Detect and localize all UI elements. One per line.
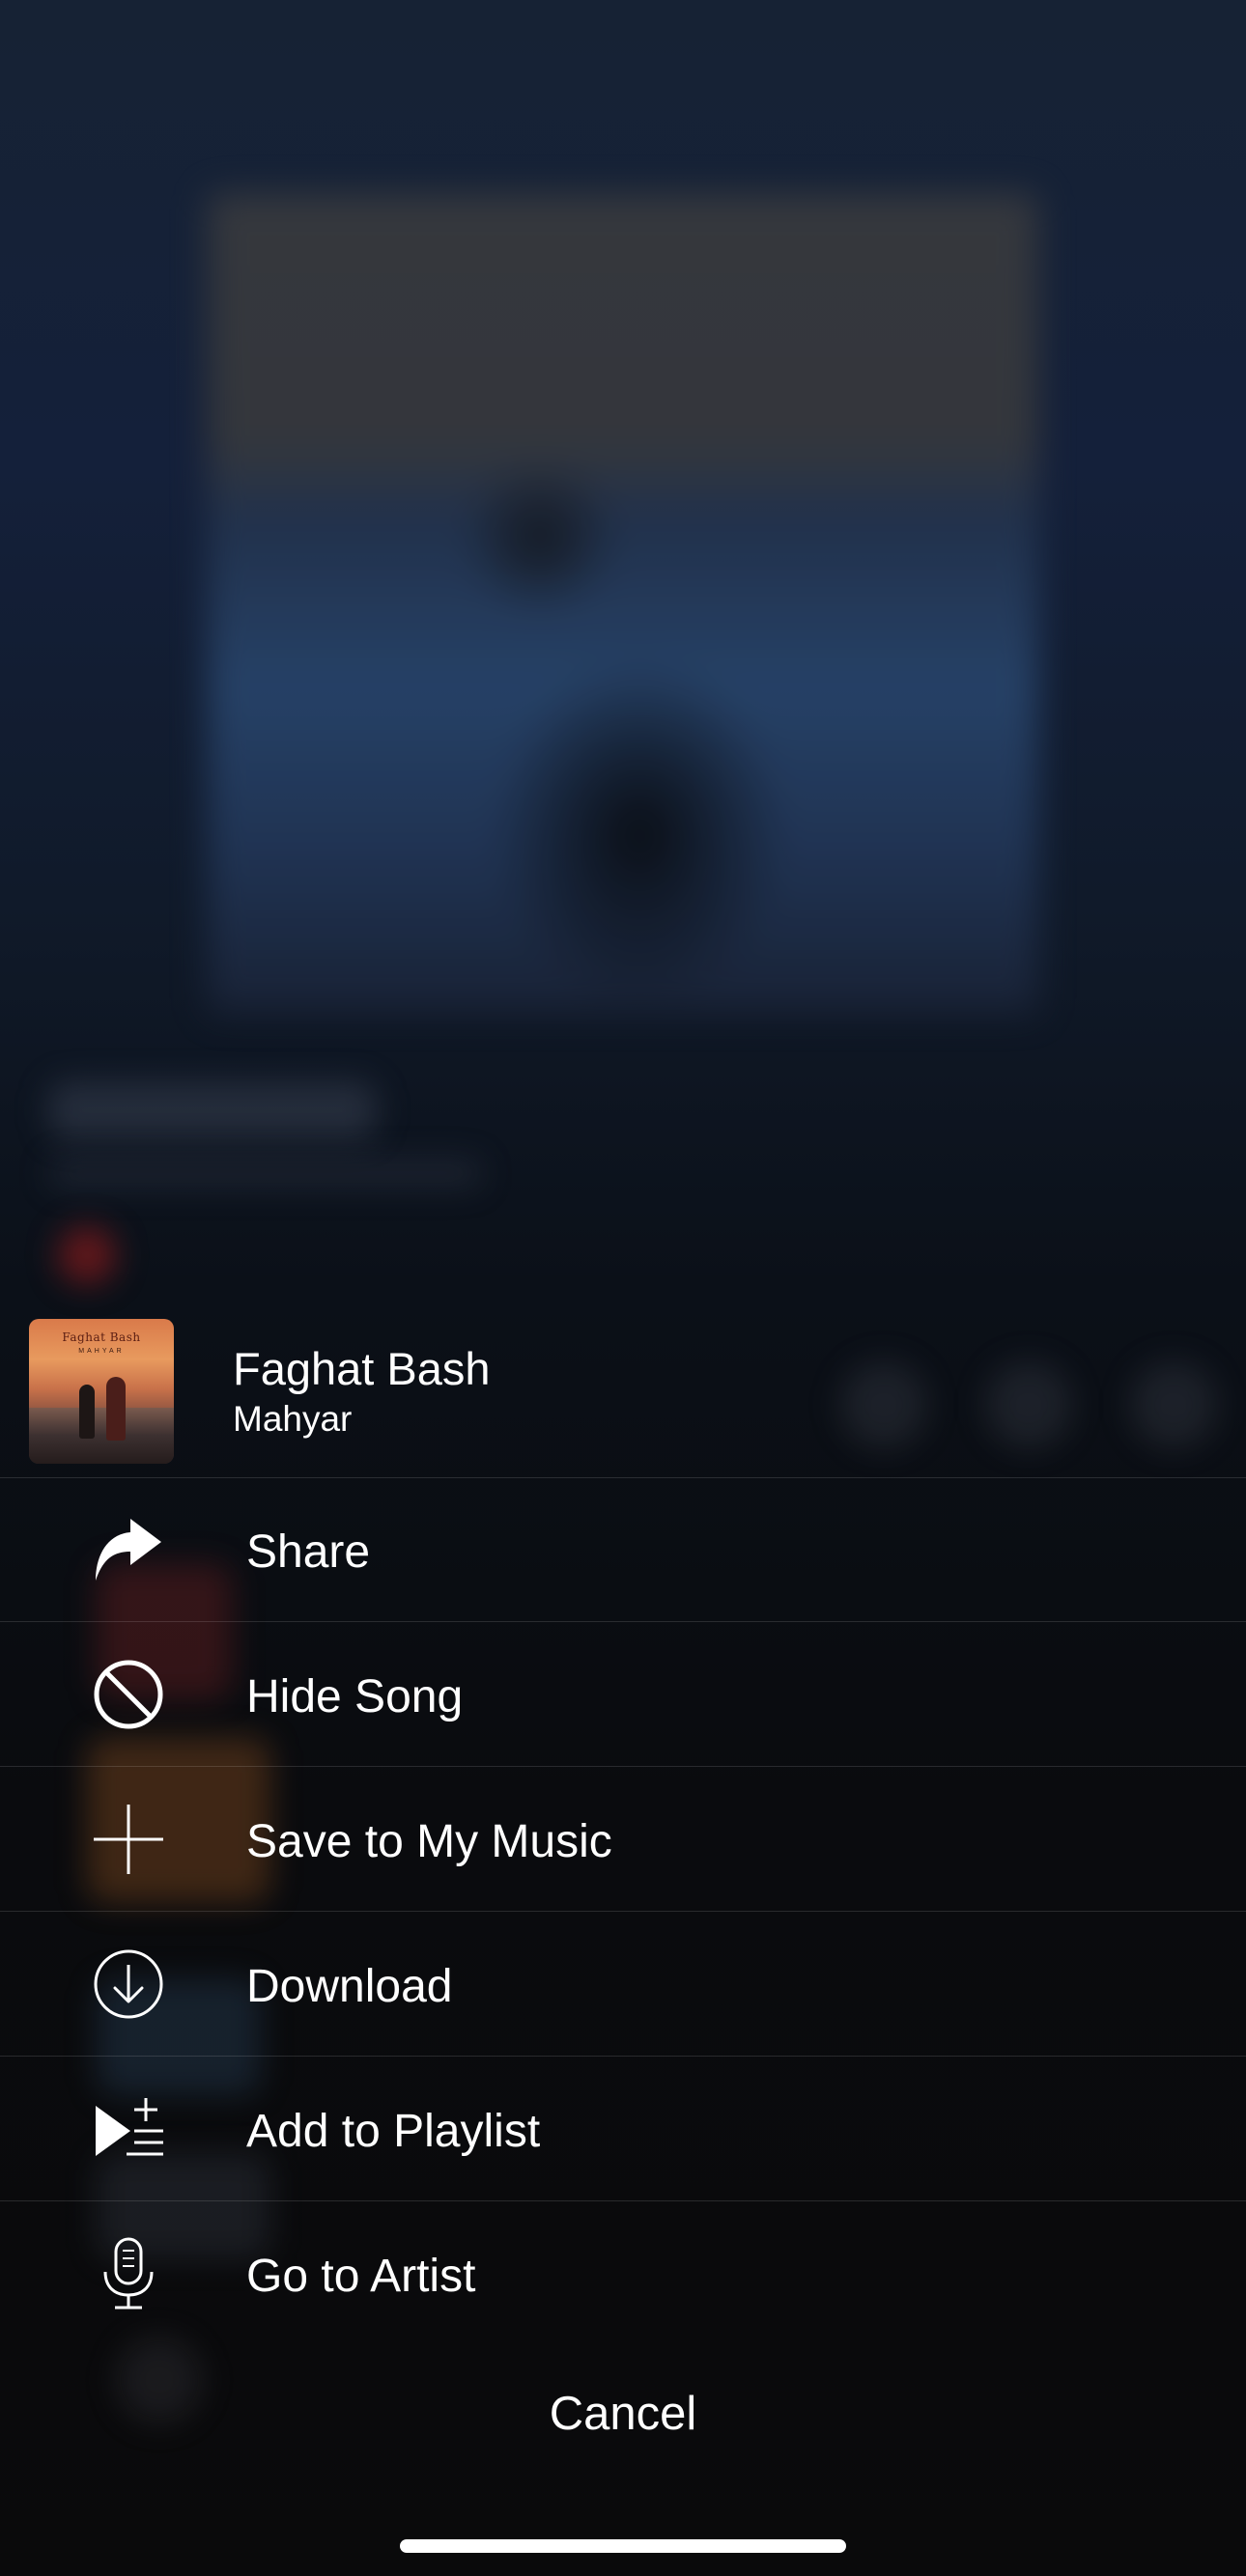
song-artist: Mahyar: [233, 1399, 353, 1439]
action-list: Share Hide Song Save to My Music Downloa…: [0, 1477, 1246, 2346]
blurred-background-badge: [58, 1226, 116, 1284]
go-to-artist-label: Go to Artist: [246, 2251, 476, 2302]
hide-song-action[interactable]: Hide Song: [0, 1622, 1246, 1767]
artwork-figure: [106, 1377, 126, 1441]
blurred-background-subtitle: [48, 1159, 483, 1188]
song-action-sheet: Faghat Bash MAHYAR Faghat Bash Mahyar Sh…: [0, 1294, 1246, 2576]
blurred-background-title: [48, 1081, 377, 1139]
download-label: Download: [246, 1961, 453, 2012]
song-header: Faghat Bash MAHYAR Faghat Bash Mahyar: [0, 1294, 1246, 1478]
cancel-button[interactable]: Cancel: [0, 2366, 1246, 2462]
add-to-playlist-icon: [92, 2092, 165, 2166]
plus-icon: [92, 1803, 165, 1876]
save-to-my-music-label: Save to My Music: [246, 1816, 612, 1867]
now-playing-screen: Faghat Bash MAHYAR Faghat Bash Mahyar Sh…: [0, 0, 1246, 2576]
download-action[interactable]: Download: [0, 1912, 1246, 2057]
share-label: Share: [246, 1526, 371, 1578]
hide-icon: [92, 1658, 165, 1731]
artwork-title-text: Faghat Bash: [62, 1330, 141, 1344]
add-to-playlist-label: Add to Playlist: [246, 2106, 541, 2157]
share-icon: [92, 1513, 165, 1586]
album-artwork: Faghat Bash MAHYAR: [29, 1319, 174, 1464]
artwork-subtitle-text: MAHYAR: [78, 1348, 125, 1355]
home-indicator[interactable]: [400, 2539, 846, 2553]
go-to-artist-action[interactable]: Go to Artist: [0, 2201, 1246, 2346]
share-action[interactable]: Share: [0, 1477, 1246, 1622]
save-to-my-music-action[interactable]: Save to My Music: [0, 1767, 1246, 1912]
add-to-playlist-action[interactable]: Add to Playlist: [0, 2057, 1246, 2201]
artwork-figure: [79, 1385, 95, 1439]
microphone-icon: [92, 2237, 165, 2310]
hide-song-label: Hide Song: [246, 1671, 464, 1722]
download-icon: [92, 1947, 165, 2021]
blurred-album-art: [208, 193, 1038, 1014]
song-title: Faghat Bash: [233, 1343, 491, 1394]
artwork-sea: [29, 1408, 174, 1464]
